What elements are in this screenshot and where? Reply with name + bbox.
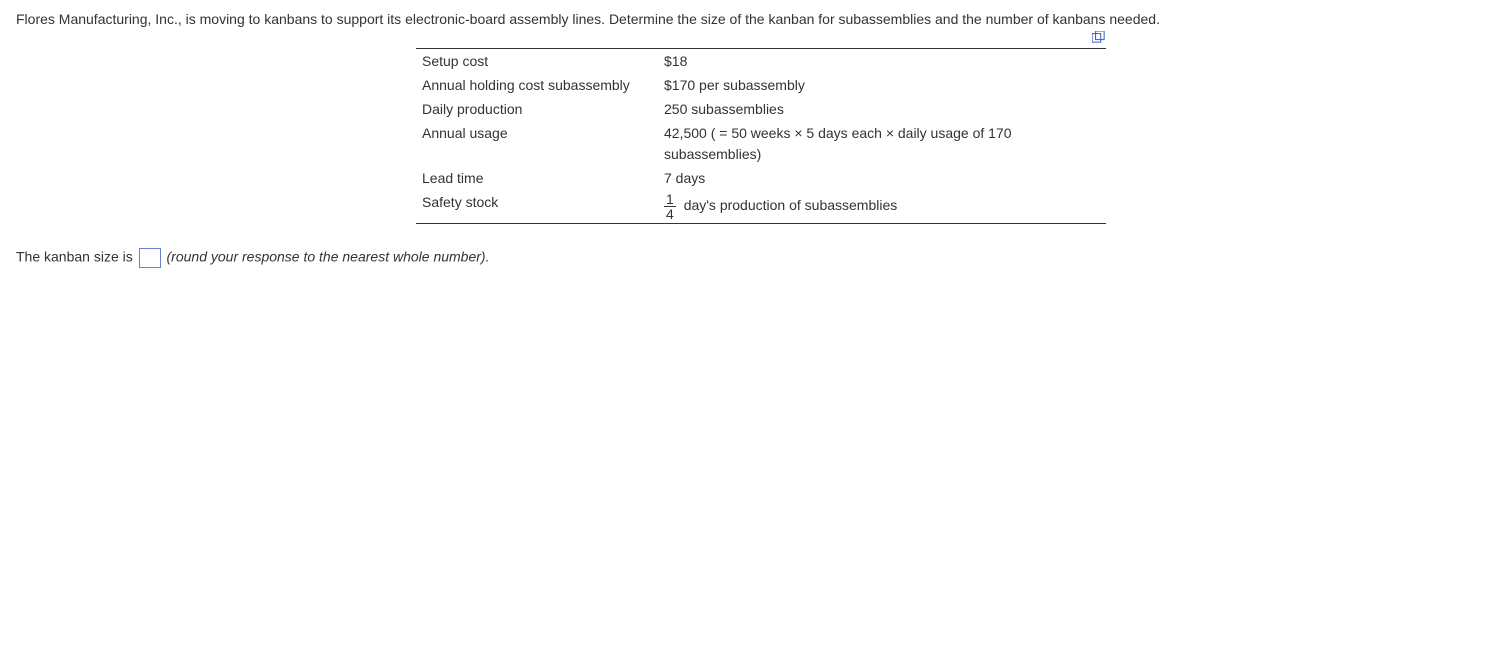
cell-label: Annual usage [416, 121, 658, 166]
fraction-numerator: 1 [664, 192, 676, 207]
fraction: 1 4 [664, 192, 676, 221]
copy-icon[interactable] [1092, 30, 1106, 46]
table-row: Lead time 7 days [416, 166, 1106, 190]
table-row: Safety stock 1 4 day's production of sub… [416, 190, 1106, 224]
data-table-container: Setup cost $18 Annual holding cost subas… [416, 48, 1106, 225]
cell-value: $170 per subassembly [658, 73, 1106, 97]
answer-line: The kanban size is (round your response … [16, 248, 1486, 268]
answer-prefix: The kanban size is [16, 249, 133, 265]
cell-value: 1 4 day's production of subassemblies [658, 190, 1106, 224]
cell-label: Lead time [416, 166, 658, 190]
cell-label: Setup cost [416, 48, 658, 73]
cell-label: Safety stock [416, 190, 658, 224]
table-row: Annual holding cost subassembly $170 per… [416, 73, 1106, 97]
cell-label: Daily production [416, 97, 658, 121]
kanban-size-input[interactable] [139, 248, 161, 268]
table-row: Setup cost $18 [416, 48, 1106, 73]
table-row: Annual usage 42,500 ( = 50 weeks × 5 day… [416, 121, 1106, 166]
cell-value: $18 [658, 48, 1106, 73]
cell-value: 7 days [658, 166, 1106, 190]
cell-value: 250 subassemblies [658, 97, 1106, 121]
problem-statement: Flores Manufacturing, Inc., is moving to… [16, 10, 1486, 30]
table-row: Daily production 250 subassemblies [416, 97, 1106, 121]
answer-hint: (round your response to the nearest whol… [167, 249, 490, 265]
cell-value: 42,500 ( = 50 weeks × 5 days each × dail… [658, 121, 1106, 166]
safety-stock-suffix: day's production of subassemblies [684, 198, 898, 214]
cell-label: Annual holding cost subassembly [416, 73, 658, 97]
fraction-denominator: 4 [664, 207, 676, 221]
data-table: Setup cost $18 Annual holding cost subas… [416, 48, 1106, 225]
